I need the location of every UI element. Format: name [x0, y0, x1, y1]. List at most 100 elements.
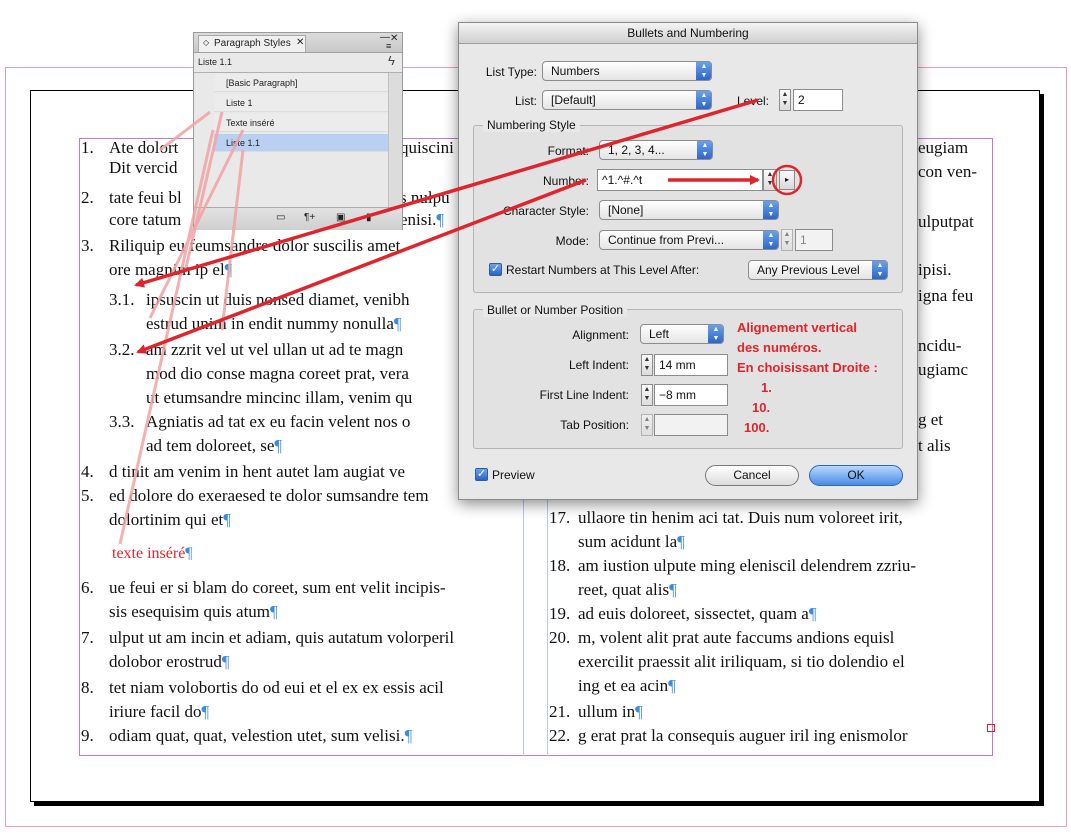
- list-line: ulput ut am incin et adiam, quis autatum…: [109, 628, 455, 647]
- mode-value: Continue from Previ...: [608, 233, 725, 247]
- mode-number-field[interactable]: 1: [795, 229, 833, 251]
- list-number: 20.: [549, 628, 571, 647]
- tab-position-field[interactable]: [654, 414, 728, 436]
- style-item-basic-paragraph[interactable]: [Basic Paragraph]: [214, 74, 400, 92]
- position-title: Bullet or Number Position: [483, 303, 628, 317]
- pilcrow-mark: ¶: [270, 602, 278, 621]
- preview-checkbox[interactable]: ✓: [475, 468, 488, 481]
- left-indent-field[interactable]: 14 mm: [654, 354, 728, 376]
- list-line: dolortinim qui et¶: [109, 510, 231, 529]
- number-field[interactable]: ^1.^#.^t: [597, 169, 763, 191]
- dialog-title: Bullets and Numbering: [459, 23, 917, 44]
- level-field[interactable]: 2: [793, 89, 843, 111]
- lightning-icon[interactable]: ϟ: [388, 53, 395, 68]
- pilcrow-mark: ¶: [185, 545, 193, 562]
- list-line: Ate dolort: [109, 138, 179, 157]
- list-number: 8.: [81, 678, 94, 697]
- panel-footer: ▭ ¶+ ▣ ▮: [194, 207, 402, 230]
- list-number: 17.: [549, 508, 571, 527]
- list-number: 3.2.: [109, 340, 135, 359]
- list-line: ore magnim ip el¶: [109, 260, 233, 279]
- list-line: estrud unim in endit nummy nonulla¶: [146, 314, 402, 333]
- list-number: 7.: [81, 628, 94, 647]
- list-line: ad tem doloreet, se¶: [146, 436, 283, 455]
- restart-level-select[interactable]: Any Previous Level ▲ ▼: [748, 260, 888, 280]
- list-line: am iustion ulpute ming eleniscil delendr…: [578, 556, 917, 575]
- left-indent-stepper[interactable]: ▲ ▼: [641, 354, 653, 376]
- style-item-liste-1[interactable]: Liste 1: [214, 94, 400, 112]
- number-stepper[interactable]: ▲ ▼: [763, 169, 777, 191]
- style-item-texte-insere[interactable]: Texte inséré: [214, 114, 400, 132]
- mode-select[interactable]: Continue from Previ... ▲ ▼: [599, 230, 779, 250]
- first-line-indent-stepper[interactable]: ▲ ▼: [641, 384, 653, 406]
- tab-paragraph-styles[interactable]: ◇ Paragraph Styles ✕: [198, 35, 306, 52]
- mode-label: Mode:: [555, 234, 589, 248]
- list-number: 18.: [549, 556, 571, 575]
- pilcrow-mark: ¶: [635, 702, 643, 721]
- list-line: ing et ea acin¶: [578, 676, 676, 695]
- list-value: [Default]: [551, 93, 596, 107]
- list-line: odiam quat, quat, velestion utet, sum ve…: [109, 726, 413, 745]
- list-line: sum acidunt la¶: [578, 532, 685, 551]
- tab-position-stepper[interactable]: ▲ ▼: [641, 414, 653, 436]
- restart-numbers-checkbox[interactable]: ✓: [489, 263, 502, 276]
- paragraph-styles-panel[interactable]: ◇ Paragraph Styles ✕ — ✕ ≡ Liste 1.1 ϟ […: [193, 32, 403, 230]
- cancel-button[interactable]: Cancel: [705, 465, 799, 486]
- list-line: am zzrit vel ut vel ullan ut ad te magn: [146, 340, 404, 359]
- list-line: mod dio conse magna coreet prat, vera: [146, 364, 409, 383]
- bullets-numbering-dialog[interactable]: Bullets and Numbering List Type: Numbers…: [458, 22, 918, 500]
- list-select[interactable]: [Default] ▲ ▼: [542, 90, 712, 110]
- updown-arrow-icon: ▲ ▼: [697, 141, 712, 159]
- close-icon[interactable]: ✕: [296, 37, 304, 48]
- delete-style-icon[interactable]: ▮: [366, 212, 372, 223]
- text-fragment: ncidu-: [918, 336, 962, 355]
- pilcrow-mark: ¶: [677, 532, 685, 551]
- expand-icon[interactable]: ◇: [203, 38, 209, 47]
- list-number: 1.: [81, 138, 94, 157]
- list-line: ipsuscin ut duis nonsed diamet, venibh: [146, 290, 410, 309]
- pilcrow-mark: ¶: [668, 676, 676, 695]
- character-style-select[interactable]: [None] ▲ ▼: [599, 200, 779, 220]
- list-number: 6.: [81, 578, 94, 597]
- new-style-icon[interactable]: ▣: [336, 212, 345, 223]
- mode-number-stepper[interactable]: ▲ ▼: [781, 229, 793, 251]
- alignment-select[interactable]: Left ▲ ▼: [640, 324, 724, 344]
- list-number: 21.: [549, 702, 571, 721]
- level-label: Level:: [736, 94, 769, 108]
- first-line-indent-field[interactable]: −8 mm: [654, 384, 728, 406]
- panel-scrollbar[interactable]: [388, 73, 402, 207]
- level-stepper[interactable]: ▲ ▼: [779, 89, 791, 111]
- tab-label: Paragraph Styles: [214, 38, 291, 49]
- overset-text-icon[interactable]: [987, 724, 995, 732]
- annotation-line: En choisissant Droite :: [737, 360, 878, 375]
- pilcrow-mark: ¶: [274, 436, 283, 455]
- list-line: core tatum: [109, 210, 182, 229]
- list-type-select[interactable]: Numbers ▲ ▼: [542, 61, 712, 81]
- list-line: ed dolore do exeraesed te dolor sumsandr…: [109, 486, 429, 505]
- panel-menu-icon[interactable]: ≡: [386, 41, 391, 51]
- list-line: g erat prat la consequis auguer iril ing…: [578, 726, 908, 745]
- annotation-line: Alignement vertical: [737, 320, 857, 335]
- text-fragment: g et: [918, 410, 944, 429]
- list-line: exercilit praessit alit iriliquam, si ti…: [578, 652, 905, 671]
- numbering-style-title: Numbering Style: [483, 118, 580, 132]
- clear-overrides-icon[interactable]: ¶+: [304, 212, 315, 223]
- format-label: Format:: [547, 144, 589, 158]
- alignment-label: Alignment:: [572, 328, 629, 342]
- format-select[interactable]: 1, 2, 3, 4... ▲ ▼: [599, 140, 713, 160]
- list-line: ue feui er si blam do coreet, sum ent ve…: [109, 578, 446, 597]
- character-style-label: Character Style:: [502, 204, 589, 218]
- list-number: 5.: [81, 486, 94, 505]
- list-number: 3.3.: [109, 412, 135, 431]
- list-line: iriure facil do¶: [109, 702, 210, 721]
- special-character-menu-button[interactable]: ▸: [779, 170, 795, 190]
- text-fragment: eugiam: [918, 138, 969, 157]
- list-line: ad euis doloreet, sissectet, quam a¶: [578, 604, 817, 623]
- updown-arrow-icon: ▲ ▼: [696, 62, 711, 80]
- folder-icon[interactable]: ▭: [276, 212, 285, 223]
- inserted-text-line: texte inséré¶: [112, 545, 193, 562]
- annotation-line: 100.: [744, 420, 770, 435]
- list-line: Agniatis ad tat ex eu facin velent nos o: [146, 412, 411, 431]
- style-item-liste-1-1-selected[interactable]: Liste 1.1: [214, 134, 400, 152]
- ok-button[interactable]: OK: [809, 465, 903, 486]
